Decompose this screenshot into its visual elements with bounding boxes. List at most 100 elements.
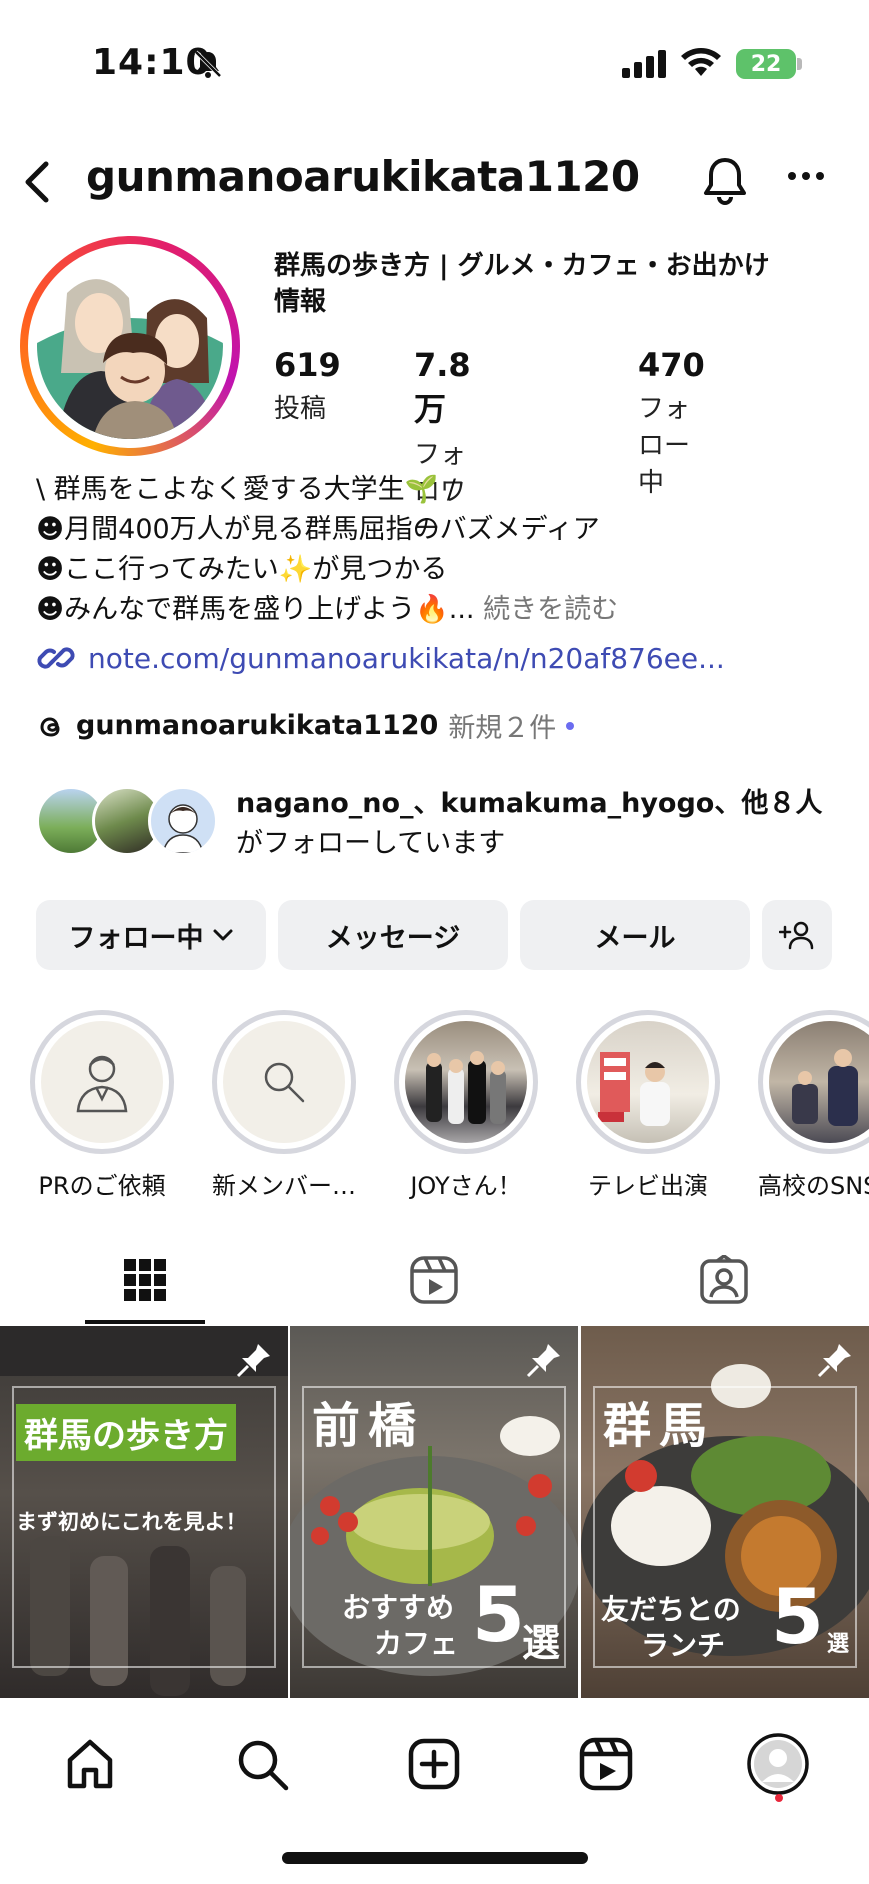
followed-by-names: nagano_no_、kumakuma_hyogo、他８人 xyxy=(236,788,823,819)
signal-icon xyxy=(622,50,666,78)
stat-label: 投稿 xyxy=(274,394,327,424)
highlight-ring xyxy=(30,1010,174,1154)
following-button[interactable]: フォロー中 xyxy=(36,900,266,970)
home-icon xyxy=(67,1739,113,1789)
threads-icon xyxy=(40,716,60,737)
mail-button-label: メール xyxy=(594,922,676,954)
pin-icon xyxy=(526,1344,560,1378)
highlight-joy[interactable]: JOYさん！ xyxy=(394,1010,538,1201)
stat-value: 470 xyxy=(638,346,705,384)
post-tile[interactable]: 前橋 おすすめ カフェ 5 選 xyxy=(290,1326,578,1698)
profile-name-line2: 情報 xyxy=(274,287,327,317)
highlight-label: テレビ出演 xyxy=(588,1172,708,1200)
bio-more-link[interactable]: 続きを読む xyxy=(483,594,618,625)
mail-button[interactable]: メール xyxy=(520,900,750,970)
post-suffix: 選 xyxy=(827,1632,850,1657)
profile-display-name: 群馬の歩き方 | グルメ・カフェ・お出かけ 情報 xyxy=(274,248,834,320)
highlight-label: JOYさん！ xyxy=(410,1172,522,1200)
bio-line: ☻ここ行ってみたい✨が見つかる xyxy=(36,554,448,585)
post-line1: おすすめ xyxy=(342,1591,455,1624)
post-number: 5 xyxy=(472,1570,525,1659)
post-tile[interactable]: 群馬 友だちとの ランチ 5 選 xyxy=(581,1326,869,1698)
stat-posts[interactable]: 619 投稿 xyxy=(274,346,341,425)
add-person-icon xyxy=(779,921,814,950)
profile-link-text: note.com/gunmanoarukikata/n/n20af876ee..… xyxy=(88,641,725,675)
reels-icon xyxy=(410,1256,458,1304)
followed-by-suffix: がフォローしています xyxy=(236,828,506,859)
nav-home[interactable] xyxy=(50,1724,130,1804)
highlight-cover-photo xyxy=(587,1021,709,1143)
highlight-cover xyxy=(223,1021,345,1143)
stat-value: 7.8万 xyxy=(414,346,471,428)
bio-line: ☻月間400万人が見る群馬屈指のバズメディア xyxy=(36,514,600,545)
chevron-down-icon xyxy=(213,929,232,941)
highlight-pr[interactable]: PRのご依頼 xyxy=(30,1010,174,1201)
profile-name-line1: 群馬の歩き方 | グルメ・カフェ・お出かけ xyxy=(274,251,770,281)
profile-content-tabs xyxy=(0,1236,869,1324)
bio-line-last: ☻みんなで群馬を盛り上げよう🔥... 続きを読む xyxy=(36,590,836,630)
highlight-label: PRのご依頼 xyxy=(38,1172,166,1200)
reels-icon xyxy=(579,1737,633,1791)
bio-line: \ 群馬をこよなく愛する大学生🌱 / xyxy=(36,474,456,505)
post-tile[interactable]: 群馬の歩き方 まず初めにこれを見よ！ xyxy=(0,1326,288,1698)
nav-search[interactable] xyxy=(222,1724,302,1804)
post-line2: カフェ xyxy=(374,1627,459,1660)
highlight-ring xyxy=(212,1010,356,1154)
tagged-person-icon xyxy=(700,1255,748,1304)
bottom-navigation xyxy=(0,1700,869,1830)
notification-bell-icon[interactable] xyxy=(700,154,750,208)
post-number: 5 xyxy=(771,1572,824,1661)
message-button[interactable]: メッセージ xyxy=(278,900,508,970)
tab-posts-grid[interactable] xyxy=(85,1236,205,1324)
post-title: 前橋 xyxy=(312,1398,425,1454)
nav-profile[interactable] xyxy=(738,1724,818,1804)
tab-reels[interactable] xyxy=(374,1236,494,1324)
threads-unread-dot xyxy=(566,721,575,730)
profile-link[interactable]: note.com/gunmanoarukikata/n/n20af876ee..… xyxy=(36,638,725,678)
threads-new-count: 新規２件 xyxy=(448,713,557,744)
pin-icon xyxy=(817,1344,851,1378)
avatar-border xyxy=(28,244,232,448)
person-suit-icon xyxy=(76,1055,128,1113)
post-suffix: 選 xyxy=(522,1621,561,1665)
suggest-users-button[interactable] xyxy=(762,900,832,970)
battery-cap xyxy=(797,58,802,70)
post-title: 群馬の歩き方 xyxy=(16,1404,236,1461)
post-line1: 友だちとの xyxy=(601,1593,741,1626)
nav-reels[interactable] xyxy=(566,1724,646,1804)
bio-line: ☻みんなで群馬を盛り上げよう🔥... xyxy=(36,594,475,625)
highlight-tv[interactable]: テレビ出演 xyxy=(576,1010,720,1201)
profile-header: gunmanoarukikata1120 xyxy=(0,140,869,220)
highlight-ring xyxy=(394,1010,538,1154)
link-icon xyxy=(37,647,75,669)
battery-level: 22 xyxy=(750,51,782,77)
more-options-icon[interactable] xyxy=(786,170,826,182)
nav-create[interactable] xyxy=(394,1724,474,1804)
post-title: 群馬 xyxy=(603,1398,716,1454)
highlight-label: 高校のSNS xyxy=(758,1172,869,1200)
post-line2: ランチ xyxy=(641,1629,726,1662)
mutual-avatar xyxy=(148,786,218,856)
highlight-new-member[interactable]: 新メンバー… xyxy=(212,1010,356,1201)
threads-badge[interactable]: gunmanoarukikata1120 新規２件 xyxy=(36,706,575,745)
tab-tagged[interactable] xyxy=(664,1236,784,1324)
pin-icon xyxy=(236,1344,270,1378)
profile-avatar-icon xyxy=(747,1733,809,1795)
add-post-icon xyxy=(408,1738,460,1790)
profile-avatar[interactable] xyxy=(20,236,240,456)
posts-grid: 群馬の歩き方 まず初めにこれを見よ！ 前橋 おすすめ カフェ 5 選 群馬 友だ… xyxy=(0,1326,869,1698)
wifi-icon xyxy=(681,48,721,76)
profile-notification-dot xyxy=(775,1794,783,1802)
stat-value: 619 xyxy=(274,346,341,384)
highlight-cover-photo xyxy=(769,1021,869,1143)
post-subtitle: まず初めにこれを見よ！ xyxy=(16,1510,247,1534)
followed-by-text: nagano_no_、kumakuma_hyogo、他８人 がフォローしています xyxy=(236,784,856,864)
back-arrow-icon[interactable] xyxy=(18,158,54,206)
highlight-label: 新メンバー… xyxy=(212,1172,356,1200)
highlight-highschool-sns[interactable]: 高校のSNS xyxy=(758,1010,869,1201)
threads-username: gunmanoarukikata1120 xyxy=(76,710,439,741)
mutual-avatars xyxy=(36,786,218,858)
highlight-cover-photo xyxy=(405,1021,527,1143)
profile-bio: \ 群馬をこよなく愛する大学生🌱 / ☻月間400万人が見る群馬屈指のバズメディ… xyxy=(36,470,836,630)
search-icon xyxy=(238,1740,289,1791)
